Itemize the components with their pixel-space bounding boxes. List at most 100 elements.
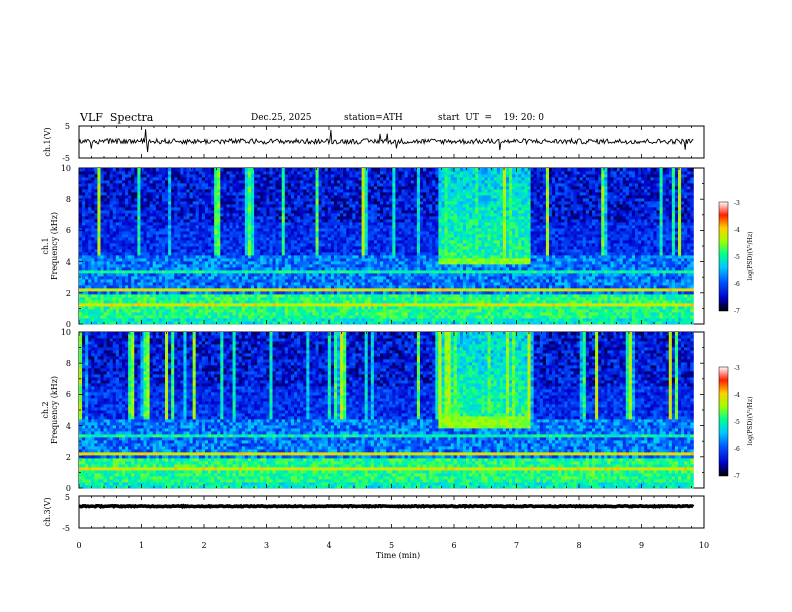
- spectrogram-cell: [337, 315, 341, 319]
- spectrogram-cell: [201, 297, 206, 301]
- spectrogram-cell: [125, 315, 129, 319]
- spectrogram-cell: [180, 195, 184, 199]
- spectrogram-cell: [272, 270, 276, 274]
- spectrogram-cell: [337, 282, 341, 286]
- spectrogram-cell: [278, 225, 283, 229]
- spectrogram-cell: [330, 312, 335, 316]
- spectrogram-cell: [235, 225, 240, 229]
- spectrogram-cell: [232, 291, 237, 295]
- spectrogram-cell: [91, 210, 95, 214]
- spectrogram-cell: [260, 225, 264, 229]
- spectrogram-cell: [180, 213, 184, 217]
- spectrogram-cell: [269, 300, 273, 304]
- spectrogram-cell: [367, 213, 372, 217]
- spectrogram-cell: [361, 168, 366, 172]
- spectrogram-cell: [183, 234, 187, 238]
- spectrogram-cell: [217, 168, 221, 172]
- spectrogram-cell: [128, 279, 132, 283]
- spectrogram-cell: [152, 195, 157, 199]
- spectrogram-cell: [214, 231, 218, 235]
- spectrogram-cell: [174, 303, 178, 307]
- spectrogram-cell: [195, 312, 200, 316]
- spectrogram-cell: [346, 171, 350, 175]
- spectrogram-cell: [303, 318, 307, 322]
- spectrogram-cell: [109, 207, 114, 211]
- spectrogram-cell: [149, 234, 154, 238]
- spectrogram-cell: [131, 282, 135, 286]
- spectrogram-cell: [318, 315, 323, 319]
- spectrogram-cell: [211, 171, 215, 175]
- spectrogram-cell: [128, 264, 132, 268]
- spectrogram-cell: [106, 255, 111, 259]
- spectrogram-cell: [275, 288, 280, 292]
- spectrogram-cell: [183, 306, 187, 310]
- spectrogram-cell: [367, 270, 372, 274]
- spectrogram-cell: [272, 201, 276, 205]
- spectrogram-cell: [186, 297, 190, 301]
- spectrogram-cell: [103, 318, 108, 322]
- spectrogram-cell: [247, 177, 252, 181]
- spectrogram-cell: [125, 174, 129, 178]
- spectrogram-cell: [211, 207, 215, 211]
- spectrogram-cell: [321, 186, 326, 190]
- spectrogram-cell: [290, 285, 295, 289]
- spectrogram-cell: [284, 318, 289, 322]
- spectrogram-cell: [100, 231, 104, 235]
- spectrogram-cell: [211, 306, 215, 310]
- spectrogram-cell: [361, 195, 366, 199]
- spectrogram-cell: [88, 294, 92, 298]
- spectrogram-cell: [201, 243, 206, 247]
- spectrogram-cell: [287, 213, 292, 217]
- spectrogram-cell: [134, 228, 138, 232]
- spectrogram-cell: [251, 231, 255, 235]
- spectrogram-cell: [97, 192, 101, 196]
- spectrogram-cell: [189, 282, 194, 286]
- spectrogram-cell: [140, 252, 144, 256]
- spectrogram-cell: [201, 177, 206, 181]
- spectrogram-cell: [149, 246, 154, 250]
- spectrogram-cell: [195, 264, 200, 268]
- spectrogram-cell: [189, 240, 194, 244]
- spectrogram-cell: [260, 297, 264, 301]
- spectrogram-cell: [214, 318, 218, 322]
- spectrogram-cell: [284, 210, 289, 214]
- spectrogram-cell: [370, 216, 375, 220]
- spectrogram-cell: [165, 273, 169, 277]
- spectrogram-cell: [103, 216, 108, 220]
- spectrogram-cell: [272, 222, 276, 226]
- spectrogram-cell: [186, 285, 190, 289]
- spectrogram-cell: [106, 207, 111, 211]
- spectrogram-cell: [300, 222, 304, 226]
- spectrogram-cell: [294, 246, 298, 250]
- spectrogram-cell: [112, 243, 117, 247]
- spectrogram-cell: [143, 267, 147, 271]
- spectrogram-cell: [226, 318, 230, 322]
- spectrogram-cell: [161, 288, 166, 292]
- spectrogram-cell: [204, 168, 209, 172]
- spectrogram-cell: [294, 261, 298, 265]
- spectrogram-cell: [97, 210, 101, 214]
- spectrogram-cell: [226, 285, 230, 289]
- spectrogram-cell: [275, 273, 280, 277]
- spectrogram-cell: [232, 210, 237, 214]
- spectrogram-cell: [140, 240, 144, 244]
- spectrogram-cell: [122, 261, 126, 265]
- spectrogram-cell: [79, 231, 83, 235]
- spectrogram-cell: [143, 231, 147, 235]
- spectrogram-cell: [303, 279, 307, 283]
- spectrogram-cell: [352, 249, 356, 253]
- spectrogram-cell: [168, 282, 172, 286]
- spectrogram-cell: [177, 261, 181, 265]
- spectrogram-cell: [275, 168, 280, 172]
- spectrogram-cell: [161, 210, 166, 214]
- spectrogram-cell: [312, 273, 316, 277]
- spectrogram-cell: [137, 294, 141, 298]
- spectrogram-cell: [257, 222, 261, 226]
- spectrogram-cell: [284, 201, 289, 205]
- spectrogram-cell: [287, 201, 292, 205]
- spectrogram-cell: [290, 201, 295, 205]
- spectrogram-cell: [186, 231, 190, 235]
- spectrogram-cell: [85, 270, 89, 274]
- spectrogram-cell: [235, 312, 240, 316]
- spectrogram-cell: [352, 174, 356, 178]
